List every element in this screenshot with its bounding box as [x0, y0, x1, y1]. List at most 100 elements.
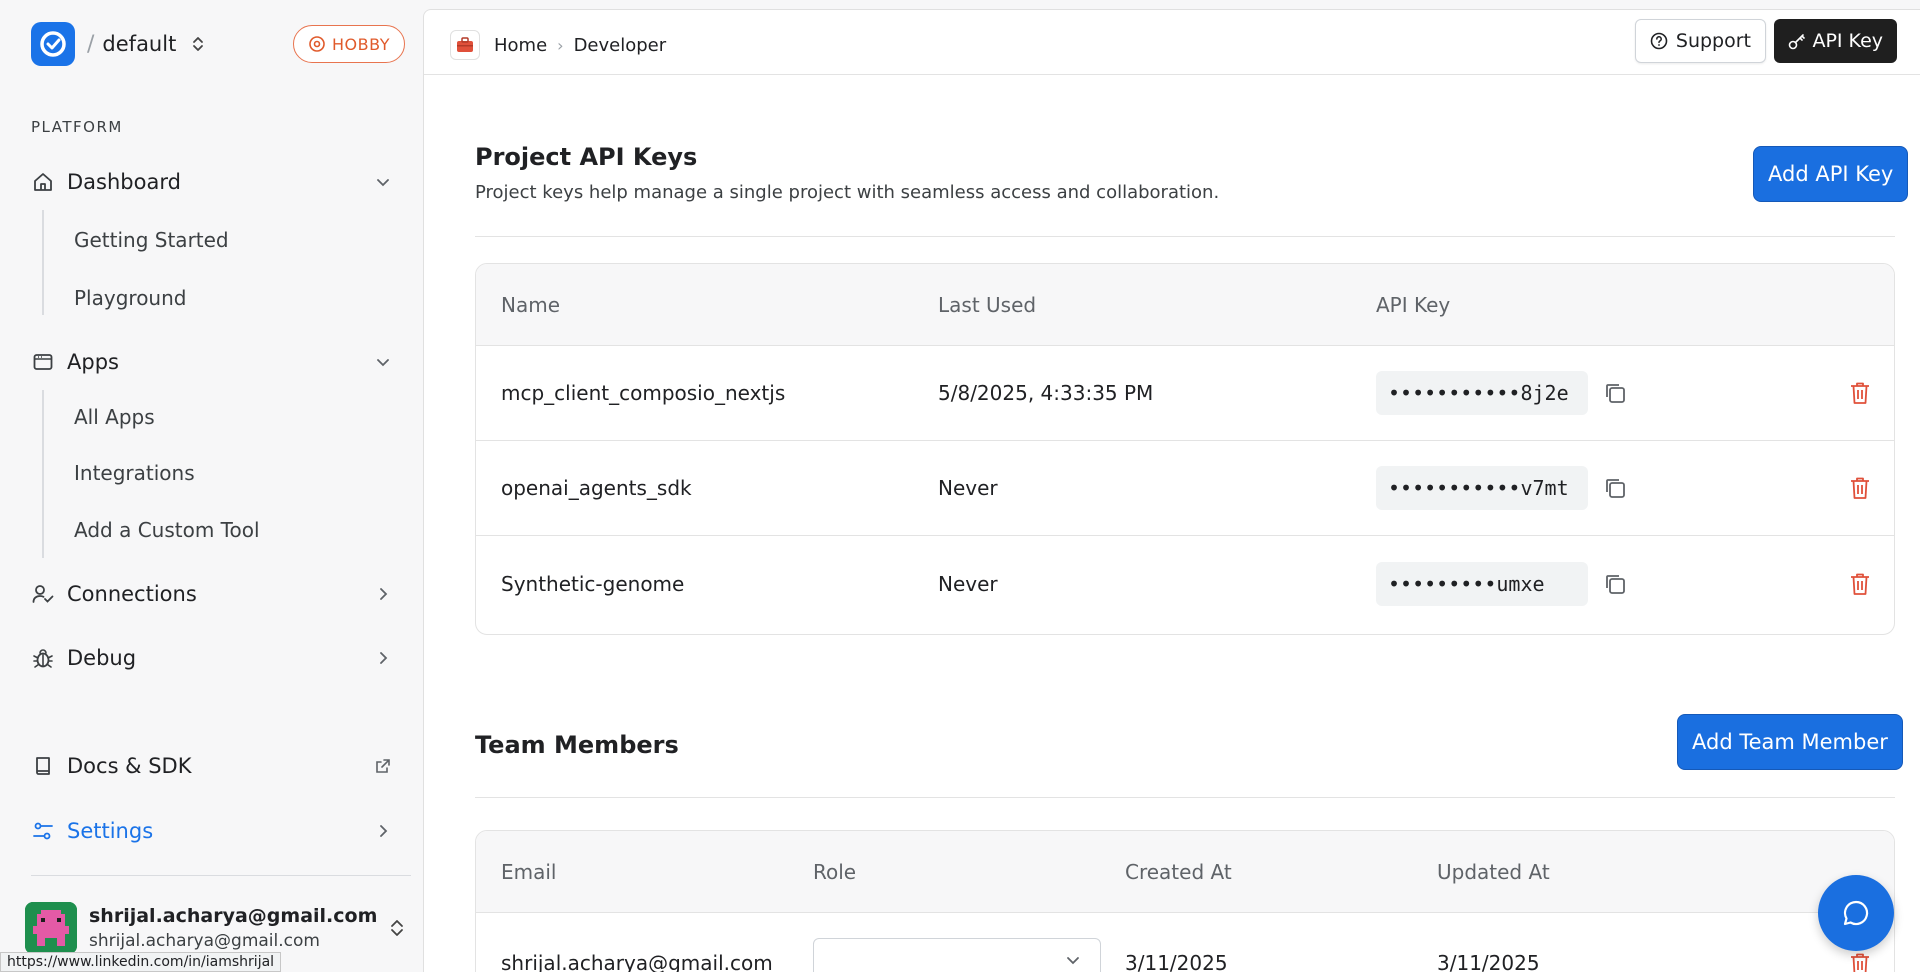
- support-button[interactable]: Support: [1634, 19, 1766, 63]
- sidebar-item-label: Docs & SDK: [67, 754, 192, 778]
- trash-icon[interactable]: [1845, 473, 1875, 503]
- copy-icon[interactable]: [1600, 569, 1630, 599]
- key-last-used: 5/8/2025, 4:33:35 PM: [938, 381, 1154, 405]
- sidebar-item-playground[interactable]: Playground: [74, 280, 186, 316]
- member-updated-at: 3/11/2025: [1437, 951, 1540, 972]
- breadcrumb-current[interactable]: Developer: [574, 35, 667, 56]
- sidebar-item-settings[interactable]: Settings: [31, 811, 391, 851]
- trash-icon[interactable]: [1845, 569, 1875, 599]
- sidebar-item-debug[interactable]: Debug: [31, 638, 391, 678]
- chevron-up-down-icon[interactable]: [190, 34, 206, 54]
- user-email: shrijal.acharya@gmail.com: [89, 931, 320, 951]
- main-panel: Home › Developer Support API Key Project…: [423, 9, 1920, 972]
- col-api-key: API Key: [1376, 292, 1451, 317]
- sliders-icon: [31, 819, 55, 843]
- workspace-name[interactable]: default: [102, 32, 176, 56]
- sidebar-item-label: Connections: [67, 582, 197, 606]
- book-icon: [31, 754, 55, 778]
- chevron-right-icon: [375, 650, 391, 666]
- window-icon: [31, 350, 55, 374]
- role-select[interactable]: [813, 938, 1101, 972]
- table-header: Email Role Created At Updated At: [476, 831, 1894, 913]
- external-link-icon: [375, 758, 391, 774]
- logo-mark-icon: [40, 31, 66, 57]
- col-role: Role: [813, 859, 857, 884]
- chat-bubble-icon: [1843, 900, 1869, 926]
- status-bar-url: https://www.linkedin.com/in/iamshrijal: [0, 952, 282, 972]
- support-label: Support: [1675, 30, 1751, 52]
- key-last-used: Never: [938, 476, 998, 500]
- trash-icon[interactable]: [1845, 949, 1875, 972]
- sidebar-item-apps[interactable]: Apps: [31, 342, 391, 382]
- top-bar: Home › Developer Support API Key: [424, 10, 1920, 75]
- section-divider: [475, 236, 1895, 237]
- bug-icon: [31, 646, 55, 670]
- col-updated-at: Updated At: [1437, 859, 1550, 884]
- sidebar-item-label: Settings: [67, 819, 154, 843]
- chevron-down-icon: [375, 174, 391, 190]
- chevron-up-down-icon[interactable]: [389, 917, 405, 939]
- composio-logo[interactable]: [31, 22, 75, 66]
- user-menu[interactable]: shrijal.acharya@gmail.com shrijal.achary…: [25, 900, 405, 956]
- key-last-used: Never: [938, 571, 998, 596]
- workspace-switcher: / default HOBBY: [31, 22, 405, 66]
- sidebar-item-integrations[interactable]: Integrations: [74, 455, 195, 491]
- home-icon: [31, 170, 55, 194]
- briefcase-icon: [450, 30, 480, 60]
- chevron-down-icon: [375, 354, 391, 370]
- section-label-platform: PLATFORM: [31, 118, 123, 136]
- key-value: •••••••••umxe: [1376, 561, 1588, 606]
- key-icon: [1789, 34, 1806, 50]
- sidebar-item-getting-started[interactable]: Getting Started: [74, 222, 229, 258]
- sidebar-item-add-custom-tool[interactable]: Add a Custom Tool: [74, 512, 260, 548]
- chat-support-button[interactable]: [1818, 875, 1894, 951]
- key-value: •••••••••••v7mt: [1376, 466, 1588, 510]
- plan-badge[interactable]: HOBBY: [293, 25, 405, 63]
- user-name: shrijal.acharya@gmail.com: [89, 905, 378, 927]
- sidebar-item-dashboard[interactable]: Dashboard: [31, 162, 391, 202]
- workspace-slash: /: [87, 31, 95, 57]
- table-row: Synthetic-genome Never •••••••••umxe: [476, 536, 1894, 631]
- api-key-button[interactable]: API Key: [1774, 19, 1897, 63]
- key-name: Synthetic-genome: [501, 571, 685, 596]
- add-api-key-button[interactable]: Add API Key: [1753, 146, 1909, 202]
- sidebar: / default HOBBY PLATFORM Dashboard Getti…: [0, 0, 423, 972]
- section-divider: [475, 797, 1895, 798]
- breadcrumb: Home › Developer: [494, 30, 666, 60]
- avatar: [25, 902, 77, 954]
- sub-nav-line: [42, 390, 44, 558]
- col-email: Email: [501, 859, 557, 884]
- table-header: Name Last Used API Key: [476, 264, 1894, 346]
- col-name: Name: [501, 292, 561, 317]
- chevron-right-icon: [375, 586, 391, 602]
- chevron-right-icon: [375, 823, 391, 839]
- breadcrumb-separator: ›: [557, 35, 564, 55]
- breadcrumb-home[interactable]: Home: [494, 35, 547, 56]
- copy-icon[interactable]: [1600, 473, 1630, 503]
- api-keys-subtitle: Project keys help manage a single projec…: [475, 182, 1220, 203]
- add-team-member-button[interactable]: Add Team Member: [1677, 714, 1903, 770]
- sidebar-item-connections[interactable]: Connections: [31, 574, 391, 614]
- hobby-icon: [309, 36, 325, 52]
- chevron-down-icon: [1067, 957, 1079, 965]
- member-created-at: 3/11/2025: [1125, 951, 1228, 972]
- help-circle-icon: [1650, 32, 1668, 50]
- key-value: •••••••••••8j2e: [1376, 371, 1588, 415]
- key-name: openai_agents_sdk: [501, 476, 692, 500]
- api-key-label: API Key: [1812, 30, 1883, 52]
- col-last-used: Last Used: [938, 292, 1037, 317]
- sidebar-item-label: Apps: [67, 350, 119, 374]
- trash-icon[interactable]: [1845, 378, 1875, 408]
- key-name: mcp_client_composio_nextjs: [501, 381, 786, 405]
- col-created-at: Created At: [1125, 859, 1232, 884]
- sidebar-divider: [31, 875, 411, 876]
- user-check-icon: [31, 582, 55, 606]
- sidebar-item-label: Debug: [67, 646, 137, 670]
- team-title: Team Members: [475, 731, 679, 759]
- copy-icon[interactable]: [1600, 378, 1630, 408]
- sidebar-item-docs[interactable]: Docs & SDK: [31, 746, 391, 786]
- member-email: shrijal.acharya@gmail.com: [501, 951, 773, 972]
- table-row: mcp_client_composio_nextjs 5/8/2025, 4:3…: [476, 346, 1894, 441]
- sidebar-item-all-apps[interactable]: All Apps: [74, 399, 155, 435]
- sidebar-item-label: Dashboard: [67, 170, 181, 194]
